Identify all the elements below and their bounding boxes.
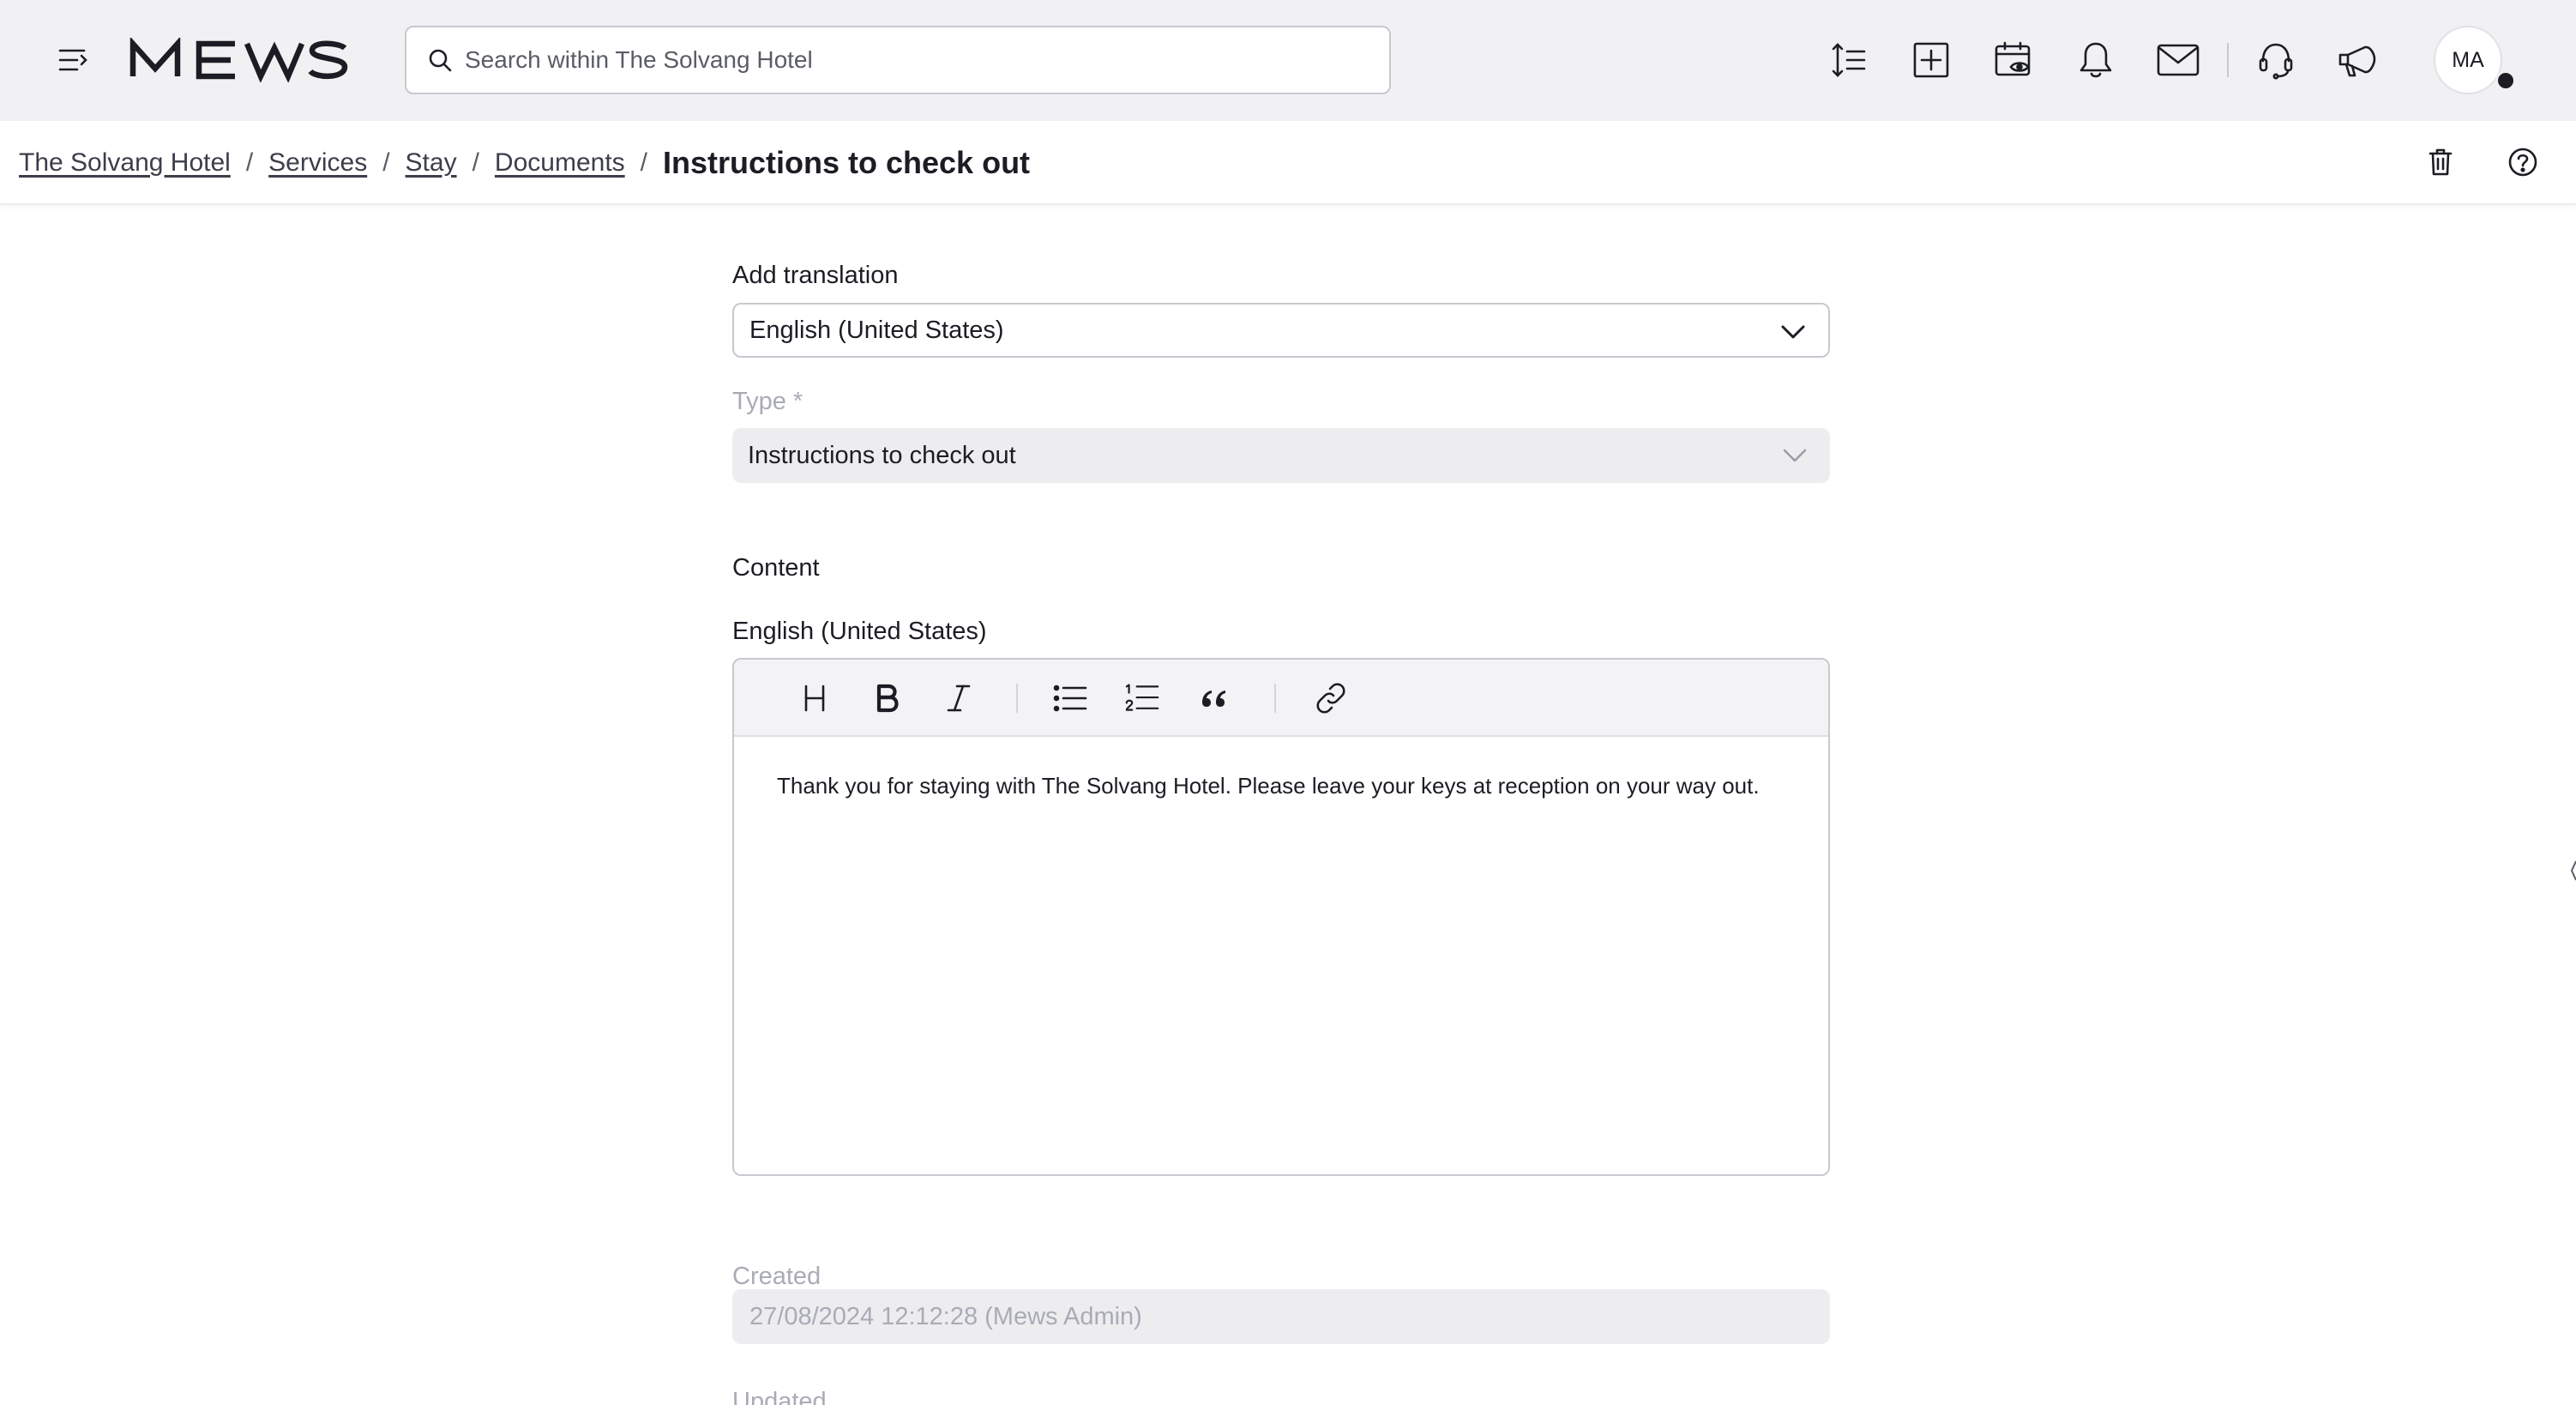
breadcrumb-link-services[interactable]: Services — [268, 148, 367, 178]
top-bar: MA — [0, 0, 2576, 121]
chevron-down-icon — [1781, 325, 1805, 339]
breadcrumb-separator: / — [640, 148, 647, 177]
breadcrumb-link-documents[interactable]: Documents — [495, 148, 625, 178]
translation-select[interactable]: English (United States) — [732, 303, 1830, 358]
calendar-view-icon[interactable] — [1993, 39, 2034, 81]
mail-icon[interactable] — [2156, 39, 2200, 81]
rich-text-editor: Thank you for staying with The Solvang H… — [732, 658, 1830, 1176]
add-square-icon[interactable] — [1911, 39, 1952, 81]
type-select-value: Instructions to check out — [748, 441, 1016, 469]
avatar-status-dot — [2495, 70, 2516, 91]
menu-collapse-icon[interactable] — [57, 43, 91, 77]
breadcrumb-separator: / — [245, 148, 254, 177]
breadcrumb-bar: The Solvang Hotel / Services / Stay / Do… — [0, 121, 2576, 205]
toolbar-divider — [1016, 684, 1018, 713]
breadcrumb: The Solvang Hotel / Services / Stay / Do… — [19, 121, 1030, 205]
breadcrumb-link-stay[interactable]: Stay — [406, 148, 457, 178]
translation-select-value: English (United States) — [749, 316, 1004, 344]
editor-content[interactable]: Thank you for staying with The Solvang H… — [777, 768, 1772, 804]
page-title: Instructions to check out — [663, 145, 1031, 180]
avatar-initials: MA — [2452, 47, 2484, 72]
resize-handle-icon[interactable] — [2569, 858, 2576, 883]
bell-icon[interactable] — [2075, 39, 2116, 81]
type-select[interactable]: Instructions to check out — [732, 428, 1830, 483]
numbered-list-icon[interactable] — [1125, 681, 1159, 715]
bullet-list-icon[interactable] — [1053, 681, 1087, 715]
breadcrumb-separator: / — [472, 148, 479, 177]
chevron-down-icon — [1783, 449, 1807, 462]
created-field: 27/08/2024 12:12:28 (Mews Admin) — [732, 1289, 1830, 1344]
user-avatar[interactable]: MA — [2434, 26, 2502, 94]
created-value: 27/08/2024 12:12:28 (Mews Admin) — [749, 1302, 1142, 1330]
global-search[interactable] — [405, 26, 1391, 94]
heading-icon[interactable] — [797, 681, 832, 715]
quote-icon[interactable] — [1197, 681, 1231, 715]
mews-logo[interactable] — [129, 38, 350, 82]
headset-icon[interactable] — [2255, 39, 2296, 81]
help-icon[interactable] — [2506, 145, 2540, 179]
bold-icon[interactable] — [870, 681, 904, 715]
type-label: Type * — [732, 388, 803, 415]
created-label: Created — [732, 1263, 822, 1290]
link-icon[interactable] — [1314, 681, 1348, 715]
timeline-icon[interactable] — [1828, 39, 1869, 81]
search-icon — [429, 49, 452, 72]
italic-icon[interactable] — [942, 681, 976, 715]
editor-toolbar — [734, 660, 1828, 737]
search-input[interactable] — [465, 46, 1365, 74]
header-divider — [2227, 43, 2229, 77]
megaphone-icon[interactable] — [2336, 39, 2380, 81]
toolbar-divider — [1274, 684, 1276, 713]
translation-label: Add translation — [732, 262, 899, 289]
trash-icon[interactable] — [2423, 145, 2458, 179]
breadcrumb-link-hotel[interactable]: The Solvang Hotel — [19, 148, 231, 178]
content-section-title: Content — [732, 554, 820, 582]
breadcrumb-separator: / — [382, 148, 390, 177]
updated-label: Updated — [732, 1388, 827, 1405]
editor-language-label: English (United States) — [732, 618, 987, 645]
